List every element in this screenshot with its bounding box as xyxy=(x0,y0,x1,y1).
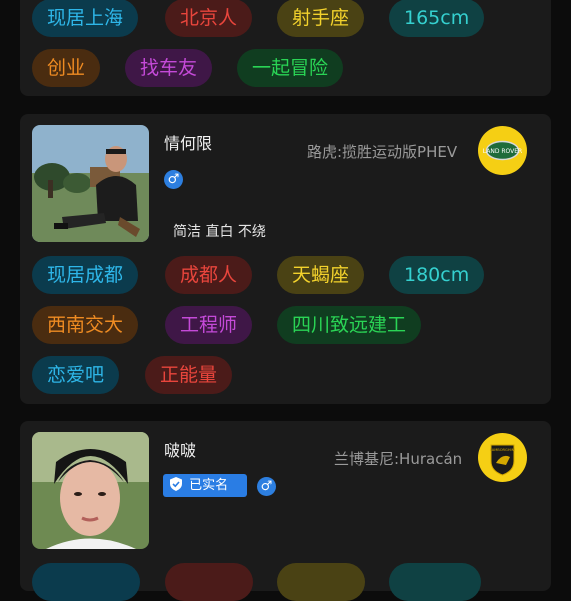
tag-hometown xyxy=(165,563,253,601)
tag-occupation: 创业 xyxy=(32,49,101,87)
car-model: 路虎:揽胜运动版PHEV xyxy=(307,143,458,161)
profile-card[interactable]: 现居上海 北京人 射手座 165cm 创业 找车友 一起冒险 xyxy=(20,0,551,96)
tag-occupation: 工程师 xyxy=(165,306,253,344)
tag-location: 现居成都 xyxy=(32,256,139,294)
avatar[interactable] xyxy=(32,432,149,549)
tag-company: 四川致远建工 xyxy=(277,306,422,344)
username[interactable]: 情何限 xyxy=(164,130,212,154)
avatar-photo xyxy=(32,125,149,242)
tag-interest: 正能量 xyxy=(145,356,233,394)
male-icon: ♂ xyxy=(164,170,183,189)
shield-check-icon xyxy=(170,476,182,491)
motto: 简洁 直白 不绕 xyxy=(173,224,266,240)
tag-zodiac xyxy=(277,563,365,601)
tag-zodiac: 天蝎座 xyxy=(277,256,365,294)
tag-school: 西南交大 xyxy=(32,306,139,344)
land-rover-logo-icon: LAND ROVER xyxy=(478,126,527,175)
tag-hometown: 北京人 xyxy=(165,0,253,37)
svg-text:LAMBORGHINI: LAMBORGHINI xyxy=(490,448,516,452)
car-model: 兰博基尼:Huracán xyxy=(334,450,463,468)
username[interactable]: 啵啵 xyxy=(164,437,196,461)
verified-label: 已实名 xyxy=(189,478,229,493)
tag-location xyxy=(32,563,140,601)
tag-height: 165cm xyxy=(389,0,485,37)
tag-height xyxy=(389,563,481,601)
tag-hometown: 成都人 xyxy=(165,256,253,294)
avatar-photo xyxy=(32,432,149,549)
lamborghini-logo-icon: LAMBORGHINI xyxy=(478,433,527,482)
tag-height: 180cm xyxy=(389,256,485,294)
tag-location: 现居上海 xyxy=(32,0,139,37)
profile-card[interactable]: 情何限 ♂ 路虎:揽胜运动版PHEV LAND ROVER 简洁 直白 不绕 现… xyxy=(20,114,551,404)
tag-zodiac: 射手座 xyxy=(277,0,365,37)
tag-interest: 恋爱吧 xyxy=(32,356,120,394)
male-icon: ♂ xyxy=(257,477,276,496)
verified-badge: 已实名 xyxy=(163,474,247,497)
avatar[interactable] xyxy=(32,125,149,242)
svg-text:LAND ROVER: LAND ROVER xyxy=(483,148,522,155)
profile-card[interactable]: 啵啵 已实名 ♂ 兰博基尼:Huracán LAMBORGHINI xyxy=(20,421,551,601)
tag-interest: 一起冒险 xyxy=(237,49,344,87)
tag-interest: 找车友 xyxy=(125,49,213,87)
